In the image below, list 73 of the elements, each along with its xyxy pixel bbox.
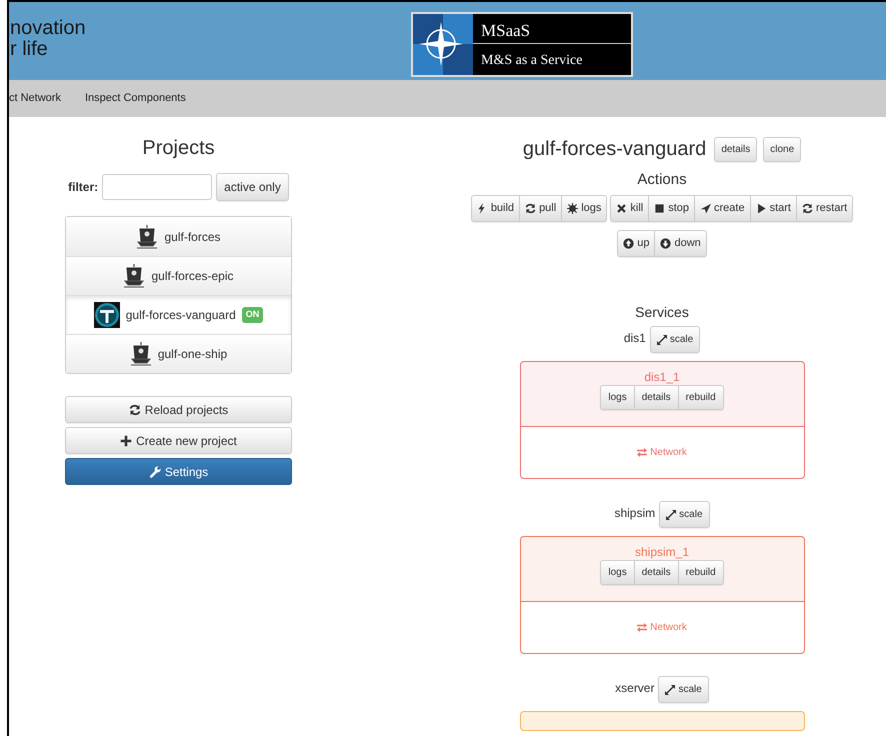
container-button[interactable]: logs: [600, 385, 635, 410]
header-button[interactable]: clone: [763, 136, 802, 162]
logo-title: MSaaS: [473, 14, 631, 44]
section-title: Projects: [141, 136, 216, 161]
container-name: shipsim_1: [634, 545, 690, 559]
action-button[interactable]: create: [695, 195, 751, 222]
section-title: Actions: [637, 171, 687, 189]
logo-subtitle: M&S as a Service: [480, 52, 584, 70]
compass-star-icon: [413, 14, 473, 75]
service-name: dis1: [624, 330, 646, 346]
project-name: gulf-one-ship: [158, 346, 228, 363]
project-name: gulf-forces-epic: [151, 268, 234, 285]
arrow-down-circle-icon: [660, 238, 672, 249]
active-only-button[interactable]: active only: [216, 173, 289, 201]
action-button[interactable]: Create new project: [65, 427, 292, 454]
refresh-icon: [802, 203, 813, 214]
scale-button[interactable]: scale: [658, 676, 709, 703]
action-button[interactable]: kill: [610, 195, 650, 222]
plus-icon: [120, 434, 132, 446]
action-button[interactable]: up: [617, 230, 656, 257]
project-item[interactable]: gulf-forces-vanguard ON: [66, 295, 291, 334]
bug-icon: [567, 203, 578, 214]
container-button[interactable]: logs: [600, 560, 635, 585]
action-button[interactable]: restart: [797, 195, 854, 222]
nav-link[interactable]: Inspect Components: [84, 90, 186, 107]
ship-icon: [136, 224, 158, 250]
scale-button[interactable]: scale: [650, 326, 700, 353]
nav-link[interactable]: ct Network: [9, 90, 61, 107]
paper-plane-icon: [700, 203, 712, 214]
container-button[interactable]: rebuild: [678, 560, 724, 585]
action-button[interactable]: pull: [520, 195, 562, 222]
refresh-icon: [525, 203, 536, 214]
scale-button[interactable]: scale: [659, 501, 710, 528]
action-button[interactable]: build: [470, 195, 520, 222]
action-button[interactable]: Settings: [65, 458, 292, 485]
container-button[interactable]: details: [634, 560, 679, 585]
letter-logo-icon: [94, 302, 120, 328]
service-name: shipsim: [614, 504, 656, 522]
status-badge: ON: [242, 307, 264, 323]
resize-arrows-icon: [665, 684, 676, 694]
ship-icon: [123, 263, 146, 289]
filter-field[interactable]: [102, 174, 212, 200]
filter-label: filter:: [68, 179, 98, 196]
ship-icon: [130, 341, 152, 367]
tagline-text: r life: [10, 39, 49, 60]
project-title: gulf-forces-vanguard: [522, 137, 706, 162]
resize-arrows-icon: [666, 510, 676, 520]
play-icon: [756, 203, 767, 214]
container-name: dis1_1: [644, 370, 680, 384]
section-title: Services: [635, 303, 689, 321]
project-name: gulf-forces: [164, 228, 221, 246]
service-name: xserver: [615, 680, 654, 696]
project-item[interactable]: gulf-forces-epic: [66, 256, 291, 295]
square-icon: [654, 203, 666, 214]
swap-arrows-icon: [637, 623, 648, 632]
project-item[interactable]: gulf-one-ship: [66, 334, 291, 373]
close-icon: [616, 203, 628, 214]
header-button[interactable]: details: [714, 136, 758, 162]
action-button[interactable]: logs: [562, 195, 608, 222]
resize-arrows-icon: [656, 334, 667, 344]
refresh-icon: [128, 404, 141, 416]
action-button[interactable]: Reload projects: [65, 396, 292, 423]
tagline-text: novation: [10, 18, 86, 39]
action-button[interactable]: stop: [649, 195, 696, 222]
action-button[interactable]: down: [655, 230, 707, 257]
wrench-icon: [148, 466, 161, 478]
container-button[interactable]: rebuild: [678, 385, 724, 410]
swap-arrows-icon: [637, 448, 648, 457]
project-item[interactable]: gulf-forces: [66, 217, 291, 256]
action-button[interactable]: start: [750, 195, 797, 222]
arrow-up-circle-icon: [623, 238, 634, 249]
container-button[interactable]: details: [634, 385, 679, 410]
project-name: gulf-forces-vanguard: [126, 307, 236, 324]
